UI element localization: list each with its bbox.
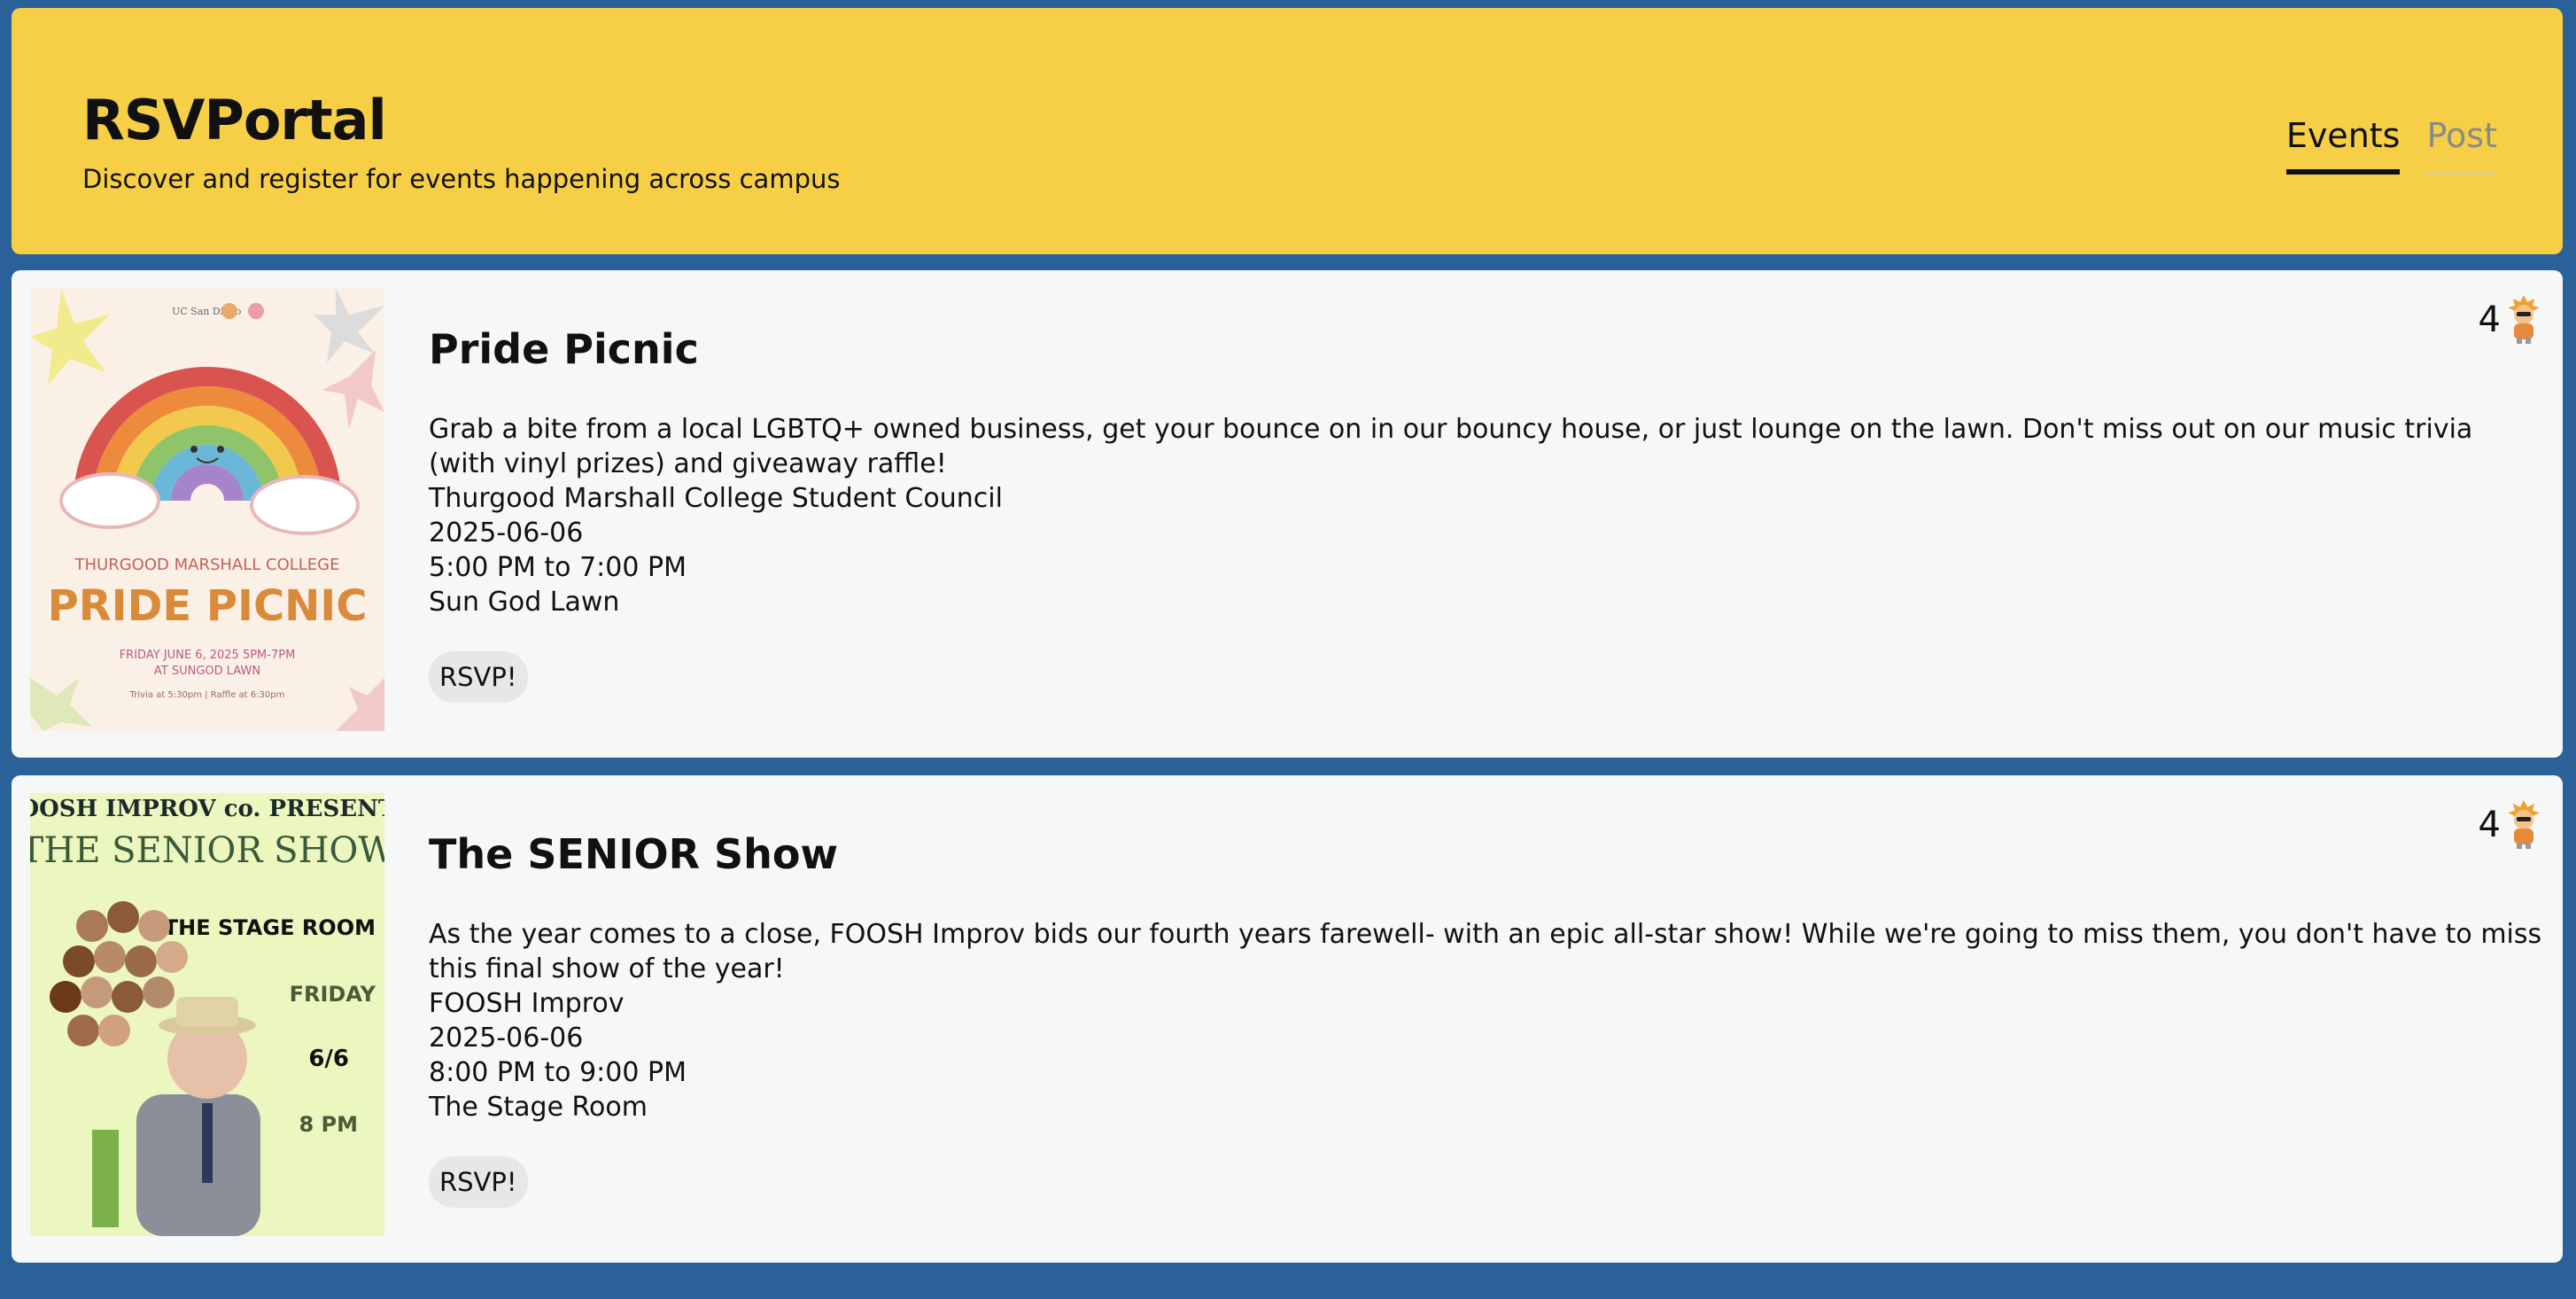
event-time: 8:00 PM to 9:00 PM	[429, 1057, 687, 1088]
poster-headline: PRIDE PICNIC	[48, 581, 368, 631]
event-location: Sun God Lawn	[429, 587, 620, 618]
event-organizer: Thurgood Marshall College Student Counci…	[429, 483, 1003, 514]
site-title: RSVPortal	[82, 88, 387, 152]
rsvp-counter: 4	[2479, 800, 2541, 850]
poster-date: 6/6	[308, 1046, 349, 1072]
event-card: FOOSH IMPROV co. PRESENTS THE SENIOR SHO…	[12, 775, 2563, 1263]
mascot-icon	[2506, 295, 2541, 345]
event-card: UC San Diego THURGOOD MARSHALL COLLEGE P…	[12, 270, 2563, 758]
poster-line-date: FRIDAY JUNE 6, 2025 5PM-7PM	[120, 649, 296, 662]
rsvp-counter: 4	[2479, 295, 2541, 345]
mascot-icon	[2506, 800, 2541, 850]
poster-college-text: THURGOOD MARSHALL COLLEGE	[74, 556, 340, 574]
poster-line-place: AT SUNGOD LAWN	[154, 665, 260, 678]
poster-venue: THE STAGE ROOM	[164, 915, 376, 940]
poster-line-extra: Trivia at 5:30pm | Raffle at 6:30pm	[129, 690, 285, 700]
event-date: 2025-06-06	[429, 517, 584, 548]
event-time: 5:00 PM to 7:00 PM	[429, 552, 687, 583]
event-poster-image: UC San Diego THURGOOD MARSHALL COLLEGE P…	[30, 288, 384, 731]
rsvp-count: 4	[2478, 299, 2501, 340]
poster-top-text: FOOSH IMPROV co. PRESENTS	[30, 796, 384, 822]
main-nav: Events Post	[2260, 113, 2497, 175]
event-title: Pride Picnic	[429, 325, 699, 373]
event-description: Grab a bite from a local LGBTQ+ owned bu…	[429, 414, 2473, 479]
event-title: The SENIOR Show	[429, 830, 839, 878]
site-subtitle: Discover and register for events happeni…	[82, 164, 841, 194]
event-description: As the year comes to a close, FOOSH Impr…	[429, 919, 2542, 984]
poster-headline: THE SENIOR SHOW	[30, 830, 384, 871]
rsvp-button[interactable]: RSVP!	[429, 1156, 528, 1208]
event-organizer: FOOSH Improv	[429, 988, 625, 1019]
poster-time: 8 PM	[299, 1112, 358, 1137]
event-details: Grab a bite from a local LGBTQ+ owned bu…	[429, 412, 2546, 619]
rsvp-count: 4	[2478, 805, 2501, 845]
event-date: 2025-06-06	[429, 1023, 584, 1054]
poster-day: FRIDAY	[290, 982, 376, 1007]
event-location: The Stage Room	[429, 1092, 648, 1123]
site-header: RSVPortal Discover and register for even…	[12, 8, 2563, 254]
tab-post[interactable]: Post	[2426, 113, 2497, 175]
tab-events[interactable]: Events	[2285, 113, 2401, 175]
event-poster-image: FOOSH IMPROV co. PRESENTS THE SENIOR SHO…	[30, 793, 384, 1236]
rsvp-button[interactable]: RSVP!	[429, 651, 528, 703]
event-details: As the year comes to a close, FOOSH Impr…	[429, 917, 2546, 1124]
